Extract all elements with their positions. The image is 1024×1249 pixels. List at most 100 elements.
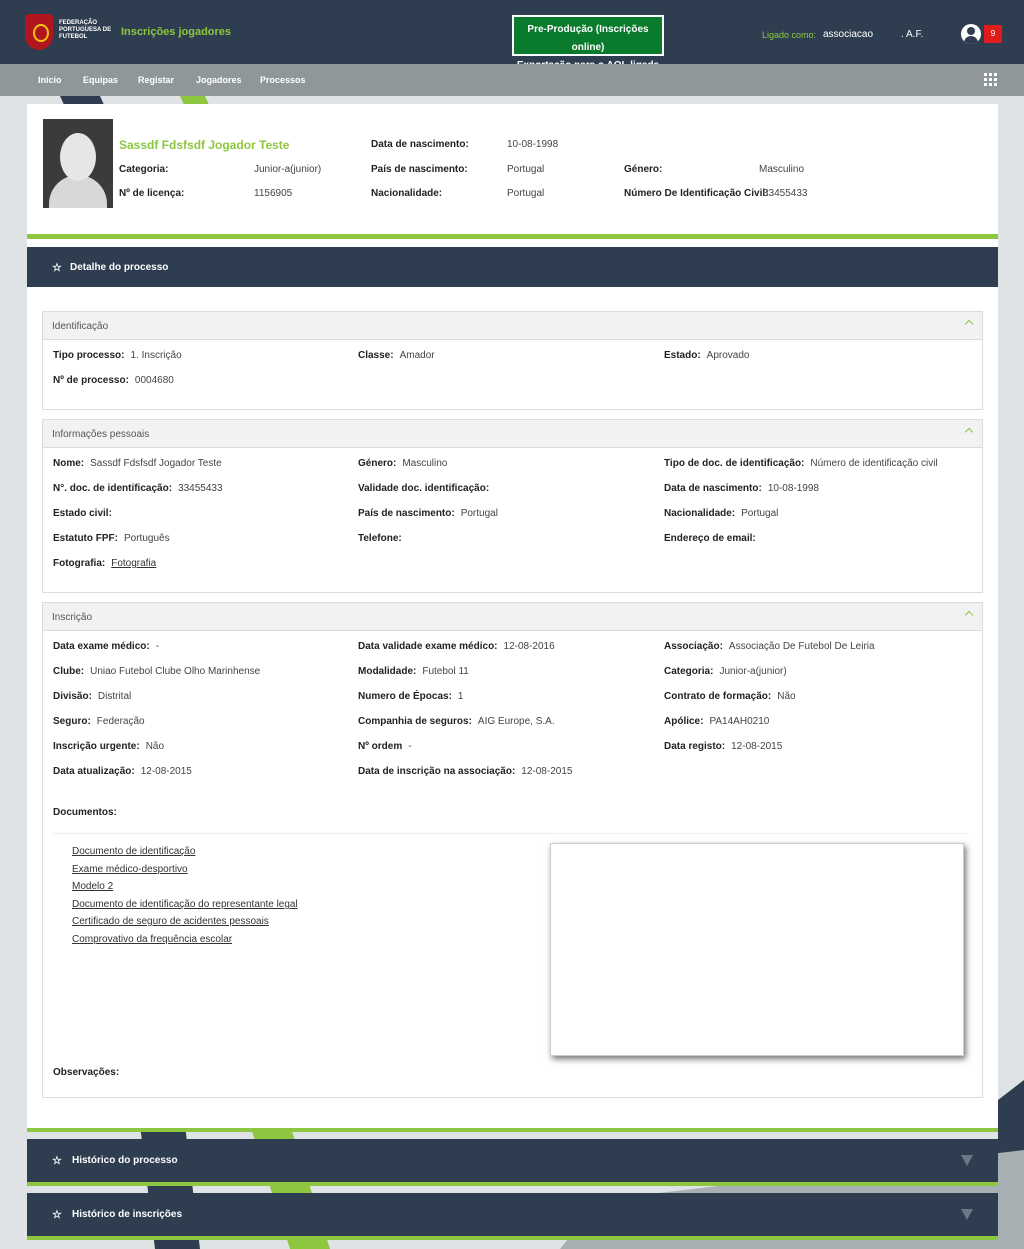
logged-in-label: Ligado como: (762, 30, 817, 40)
document-preview[interactable] (550, 843, 964, 1056)
genero-value: Masculino (759, 164, 805, 175)
identificacao-header[interactable]: Identificação (43, 312, 982, 340)
nacionalidade: Nacionalidade: Portugal (664, 508, 779, 519)
modalidade: Modalidade: Futebol 11 (358, 666, 469, 677)
licenca-label: Nº de licença: (119, 188, 185, 199)
data-atualizacao: Data atualização: 12-08-2015 (53, 766, 192, 777)
observacoes-label: Observações: (53, 1067, 120, 1078)
nascimento-value: 10-08-1998 (507, 139, 559, 150)
tipo-doc: Tipo de doc. de identificação: Número de … (664, 458, 938, 469)
star-icon: ☆ (52, 262, 62, 274)
fotografia-link[interactable]: Fotografia (111, 558, 156, 569)
doc-link-seguro[interactable]: Certificado de seguro de acidentes pesso… (72, 916, 269, 927)
nav-registar[interactable]: Registar (138, 75, 174, 85)
inscricao-box: Inscrição Data exame médico: - Data valid… (42, 602, 983, 1098)
nacionalidade-label: Nacionalidade: (371, 188, 443, 199)
associacao: Associação: Associação De Futebol De Leir… (664, 641, 875, 652)
player-photo (43, 119, 113, 208)
main-panel: Sassdf Fdsfsdf Jogador Teste Categoria: … (27, 104, 998, 1128)
companhia-seguros: Companhia de seguros: AIG Europe, S.A. (358, 716, 555, 727)
nic-label: Número De Identificação Civil: (624, 188, 769, 199)
estatuto-fpf: Estatuto FPF: Português (53, 533, 170, 544)
chevron-up-icon[interactable] (964, 427, 974, 437)
genero: Género: Masculino (358, 458, 448, 469)
inscricao-title: Inscrição (52, 612, 93, 623)
clube: Clube: Uniao Futebol Clube Olho Marinhens… (53, 666, 261, 677)
pais-value: Portugal (507, 164, 545, 175)
nav-equipas[interactable]: Equipas (83, 75, 118, 85)
app-title[interactable]: Inscrições jogadores (121, 26, 231, 38)
fotografia: Fotografia: Fotografia (53, 558, 157, 569)
historico-processo-header[interactable]: ☆ Histórico do processo (27, 1139, 998, 1182)
numero-ordem: Nº ordem - (358, 741, 412, 752)
apolice: Apólice: PA14AH0210 (664, 716, 770, 727)
nic-value: 33455433 (763, 188, 808, 199)
pais-label: País de nascimento: (371, 164, 468, 175)
tipo-processo: Tipo processo: 1. Inscrição (53, 350, 182, 361)
divider-green (27, 1128, 998, 1132)
nav-jogadores[interactable]: Jogadores (196, 75, 242, 85)
star-icon: ☆ (52, 1209, 62, 1221)
inscricao-header[interactable]: Inscrição (43, 603, 982, 631)
expand-triangle-icon[interactable] (961, 1155, 973, 1166)
historico-inscricoes-title: Histórico de inscrições (72, 1209, 183, 1220)
logged-in-org: . A.F. (901, 29, 924, 40)
environment-line-1: Pre-Produção (Inscrições online) (527, 24, 649, 53)
divider-green (27, 234, 998, 239)
data-registo: Data registo: 12-08-2015 (664, 741, 783, 752)
categoria-value: Junior-a(junior) (254, 164, 322, 175)
numero-epocas: Numero de Épocas: 1 (358, 691, 464, 702)
nacionalidade-value: Portugal (507, 188, 545, 199)
expand-triangle-icon[interactable] (961, 1209, 973, 1220)
doc-link-exame[interactable]: Exame médico-desportivo (72, 864, 188, 875)
validade-exame: Data validade exame médico: 12-08-2016 (358, 641, 555, 652)
classe: Classe: Amador (358, 350, 435, 361)
licenca-value: 1156905 (254, 188, 293, 199)
identificacao-box: Identificação Tipo processo: 1. Inscrição… (42, 311, 983, 410)
environment-banner: Pre-Produção (Inscrições online) Exporta… (512, 15, 664, 71)
nav-inicio[interactable]: Início (38, 75, 62, 85)
contrato-formacao: Contrato de formação: Não (664, 691, 796, 702)
data-exame: Data exame médico: - (53, 641, 160, 652)
email: Endereço de email: (664, 533, 756, 544)
pessoais-title: Informações pessoais (52, 429, 150, 440)
seguro: Seguro: Federação (53, 716, 145, 727)
doc-link-modelo2[interactable]: Modelo 2 (72, 881, 113, 892)
detail-title: Detalhe do processo (70, 262, 169, 273)
telefone: Telefone: (358, 533, 402, 544)
data-inscricao-associacao: Data de inscrição na associação: 12-08-20… (358, 766, 573, 777)
pais-nascimento: País de nascimento: Portugal (358, 508, 498, 519)
numero-processo: Nº de processo: 0004680 (53, 375, 174, 386)
fpf-logo[interactable]: FEDERAÇÃO PORTUGUESA DE FUTEBOL (25, 14, 111, 52)
divider-green (27, 1236, 998, 1240)
categoria: Categoria: Junior-a(junior) (664, 666, 787, 677)
divisao: Divisão: Distrital (53, 691, 132, 702)
logo-text: FEDERAÇÃO PORTUGUESA DE FUTEBOL (59, 20, 112, 40)
doc-link-escolar[interactable]: Comprovativo da frequência escolar (72, 934, 232, 945)
user-avatar-icon[interactable] (961, 24, 981, 44)
star-icon: ☆ (52, 1155, 62, 1167)
numero-doc: N°. doc. de identificação: 33455433 (53, 483, 223, 494)
categoria-label: Categoria: (119, 164, 169, 175)
nav-processos[interactable]: Processos (260, 75, 306, 85)
doc-link-identificacao[interactable]: Documento de identificação (72, 846, 195, 857)
doc-link-representante[interactable]: Documento de identificação do representa… (72, 899, 298, 910)
notification-badge[interactable]: 9 (984, 25, 1002, 43)
nascimento-label: Data de nascimento: (371, 139, 469, 150)
player-name: Sassdf Fdsfsdf Jogador Teste (119, 138, 290, 152)
historico-processo-title: Histórico do processo (72, 1155, 178, 1166)
divider-green (27, 1182, 998, 1186)
logged-in-user: associacao (823, 29, 874, 40)
chevron-up-icon[interactable] (964, 610, 974, 620)
main-nav: Início Equipas Registar Jogadores Proces… (0, 64, 1024, 96)
estado-civil: Estado civil: (53, 508, 112, 519)
apps-grid-icon[interactable] (984, 73, 997, 86)
documents-divider (53, 833, 969, 834)
historico-inscricoes-header[interactable]: ☆ Histórico de inscrições (27, 1193, 998, 1236)
detail-header: ☆ Detalhe do processo (27, 247, 998, 287)
pessoais-header[interactable]: Informações pessoais (43, 420, 982, 448)
identificacao-title: Identificação (52, 321, 109, 332)
pessoais-box: Informações pessoais Nome: Sassdf Fdsfsdf… (42, 419, 983, 593)
nome: Nome: Sassdf Fdsfsdf Jogador Teste (53, 458, 222, 469)
chevron-up-icon[interactable] (964, 319, 974, 329)
